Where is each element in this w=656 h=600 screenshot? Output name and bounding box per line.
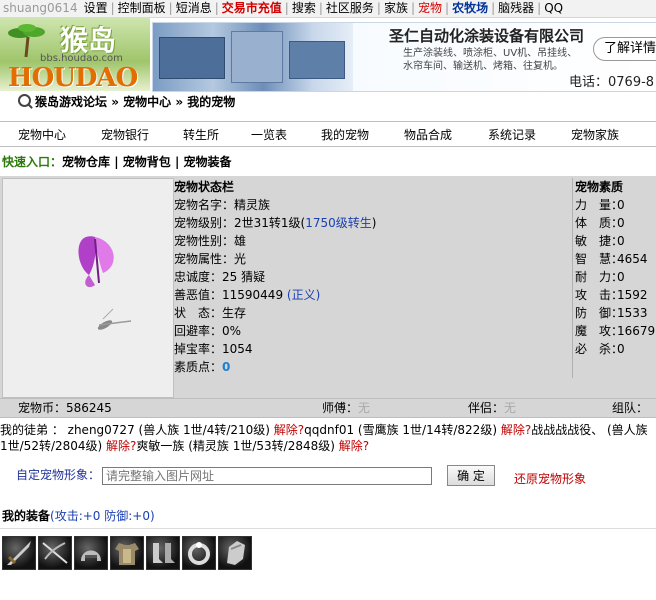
- pet-info-bar: 宠物币：586245 师傅：无 伴侣：无 组队：: [0, 398, 656, 418]
- pet-state: 状 态：生存: [174, 306, 247, 320]
- pet-coins: 宠物币：586245: [18, 401, 112, 415]
- attr-row: 体 质：0: [575, 216, 625, 230]
- restore-image-link[interactable]: 还原宠物形象: [514, 470, 586, 487]
- disciple-item: 爽敏一族 (精灵族 1世/53转/2848级): [136, 439, 339, 453]
- nav-messages[interactable]: 短消息: [173, 1, 215, 15]
- quick-link-backpack[interactable]: 宠物背包: [123, 155, 171, 169]
- attr-row: 力 量：0: [575, 198, 625, 212]
- release-disciple-link[interactable]: 解除?: [274, 423, 304, 437]
- attr-row: 攻 击：1592: [575, 288, 648, 302]
- ring-icon[interactable]: [182, 536, 216, 570]
- breadcrumb-my-pet: 我的宠物: [187, 95, 236, 109]
- attr-row: 魔 攻：16679: [575, 324, 656, 338]
- nav-control-panel[interactable]: 控制面板: [115, 1, 169, 15]
- divider: [0, 528, 656, 529]
- nav-search[interactable]: 搜索: [289, 1, 319, 15]
- attr-row: 防 御：1533: [575, 306, 648, 320]
- attr-row: 耐 力：0: [575, 270, 625, 284]
- disciples-label: 我的徒弟 ：: [0, 423, 64, 437]
- pet-karma: 善恶值：11590449 (正义): [174, 288, 321, 302]
- ad-banner[interactable]: 圣仁自动化涂装设备有限公司 生产涂装线、喷涂柜、UV机、吊挂线、水帘车间、输送机…: [152, 22, 656, 92]
- nav-community[interactable]: 社区服务: [323, 1, 377, 15]
- disciple-item: qqdnf01 (雪鹰族 1世/14转/822级): [304, 423, 501, 437]
- banner-machines-image: [153, 23, 353, 91]
- quick-link-equipment[interactable]: 宠物装备: [184, 155, 232, 169]
- banner-company: 圣仁自动化涂装设备有限公司: [389, 27, 585, 45]
- palm-tree-icon: [8, 24, 45, 57]
- pet-loyalty: 忠诚度：25 猜疑: [174, 270, 266, 284]
- quick-entry-label: 快速入口：: [2, 155, 63, 169]
- pet-attribute: 宠物属性：光: [174, 252, 247, 266]
- banner-phone: 电话：0769-8: [569, 75, 655, 90]
- release-disciple-link[interactable]: 解除?: [339, 439, 369, 453]
- tab-pet-bank[interactable]: 宠物银行: [101, 126, 149, 143]
- attr-row: 敏 捷：0: [575, 234, 625, 248]
- attr-row: 必 杀：0: [575, 342, 625, 356]
- nav-settings[interactable]: 设置: [81, 1, 111, 15]
- nav-brainless[interactable]: 脑残器: [495, 1, 537, 15]
- boots-icon[interactable]: [146, 536, 180, 570]
- pet-status-panel: 宠物状态栏 宠物名字：精灵族 宠物级别：2世31转1级(1750级转生) 宠物性…: [174, 178, 570, 378]
- confirm-button[interactable]: 确 定: [447, 465, 495, 486]
- nav-pet[interactable]: 宠物: [415, 1, 445, 15]
- tab-records[interactable]: 系统记录: [488, 126, 536, 143]
- quick-entry: 快速入口：宠物仓库 | 宠物背包 | 宠物装备: [2, 155, 232, 169]
- tab-overview[interactable]: 一览表: [251, 126, 287, 143]
- pet-status-title: 宠物状态栏: [174, 180, 235, 194]
- nav-trade-recharge[interactable]: 交易市充值: [219, 1, 285, 15]
- attrs-title: 宠物素质: [575, 180, 624, 194]
- tab-my-pet[interactable]: 我的宠物: [321, 126, 369, 143]
- search-icon: [18, 94, 31, 107]
- gauntlet-icon[interactable]: [218, 536, 252, 570]
- pet-attributes-panel: 宠物素质 力 量：0 体 质：0 敏 捷：0 智 慧：4654 耐 力：0 攻 …: [572, 178, 656, 378]
- tab-rebirth[interactable]: 转生所: [183, 126, 219, 143]
- butterfly-pet-icon: [78, 236, 132, 330]
- pet-image: [2, 178, 174, 398]
- nav-family[interactable]: 家族: [381, 1, 411, 15]
- equipment-title: 我的装备(攻击:+0 防御:+0): [2, 509, 155, 523]
- sword-icon[interactable]: [2, 536, 36, 570]
- custom-image-label: 自定宠物形象：: [16, 468, 101, 482]
- username-link[interactable]: shuang0614: [0, 1, 81, 15]
- top-nav-bar: shuang0614 设置 | 控制面板 | 短消息 | 交易市充值 | 搜索 | 社区服务 | 家族 | 宠…: [0, 0, 656, 18]
- pet-drop-rate: 掉宝率：1054: [174, 342, 253, 356]
- points-value[interactable]: 0: [222, 360, 230, 374]
- pet-gender: 宠物性别：雄: [174, 234, 247, 248]
- attr-row: 智 慧：4654: [575, 252, 648, 266]
- disciples-list: 我的徒弟 ： zheng0727 (兽人族 1世/4转/210级) 解除?qqd…: [0, 422, 656, 454]
- quick-link-warehouse[interactable]: 宠物仓库: [62, 155, 110, 169]
- crossbow-icon[interactable]: [38, 536, 72, 570]
- pet-points: 素质点：0: [174, 360, 231, 374]
- banner-desc: 生产涂装线、喷涂柜、UV机、吊挂线、水帘车间、输送机、烤箱、往复机。: [403, 48, 578, 72]
- helmet-icon[interactable]: [74, 536, 108, 570]
- logo-word: HOUDAO: [8, 63, 138, 91]
- main-tabs: 宠物中心 宠物银行 转生所 一览表 我的宠物 物品合成 系统记录 宠物家族: [0, 121, 656, 147]
- tab-pet-center[interactable]: 宠物中心: [18, 126, 66, 143]
- disciple-item: zheng0727 (兽人族 1世/4转/210级): [67, 423, 274, 437]
- team-field: 组队：: [612, 401, 649, 415]
- breadcrumb-forum[interactable]: 猴岛游戏论坛: [35, 95, 107, 109]
- pet-level: 宠物级别：2世31转1级(1750级转生): [174, 216, 377, 230]
- master-field: 师傅：无: [322, 401, 371, 415]
- pet-name: 宠物名字：精灵族: [174, 198, 271, 212]
- tab-pet-family[interactable]: 宠物家族: [571, 126, 619, 143]
- banner-learn-more-button[interactable]: 了解详情: [593, 37, 656, 61]
- karma-justice-link[interactable]: (正义): [287, 288, 320, 302]
- nav-farm[interactable]: 农牧场: [449, 1, 491, 15]
- image-url-input[interactable]: [102, 467, 432, 485]
- armor-icon[interactable]: [110, 536, 144, 570]
- pet-dodge: 回避率：0%: [174, 324, 242, 338]
- nav-qq[interactable]: QQ: [541, 1, 566, 15]
- tab-synthesis[interactable]: 物品合成: [404, 126, 452, 143]
- breadcrumb: 猴岛游戏论坛 » 宠物中心 » 我的宠物: [18, 93, 235, 110]
- equipment-stats: (攻击:+0 防御:+0): [50, 509, 155, 523]
- release-disciple-link[interactable]: 解除?: [106, 439, 136, 453]
- rebirth-link[interactable]: 1750级转生: [305, 216, 372, 230]
- breadcrumb-pet-center[interactable]: 宠物中心: [123, 95, 171, 109]
- partner-field: 伴侣：无: [468, 401, 517, 415]
- release-disciple-link[interactable]: 解除?: [501, 423, 531, 437]
- site-logo[interactable]: 猴岛 bbs.houdao.com HOUDAO: [0, 17, 150, 91]
